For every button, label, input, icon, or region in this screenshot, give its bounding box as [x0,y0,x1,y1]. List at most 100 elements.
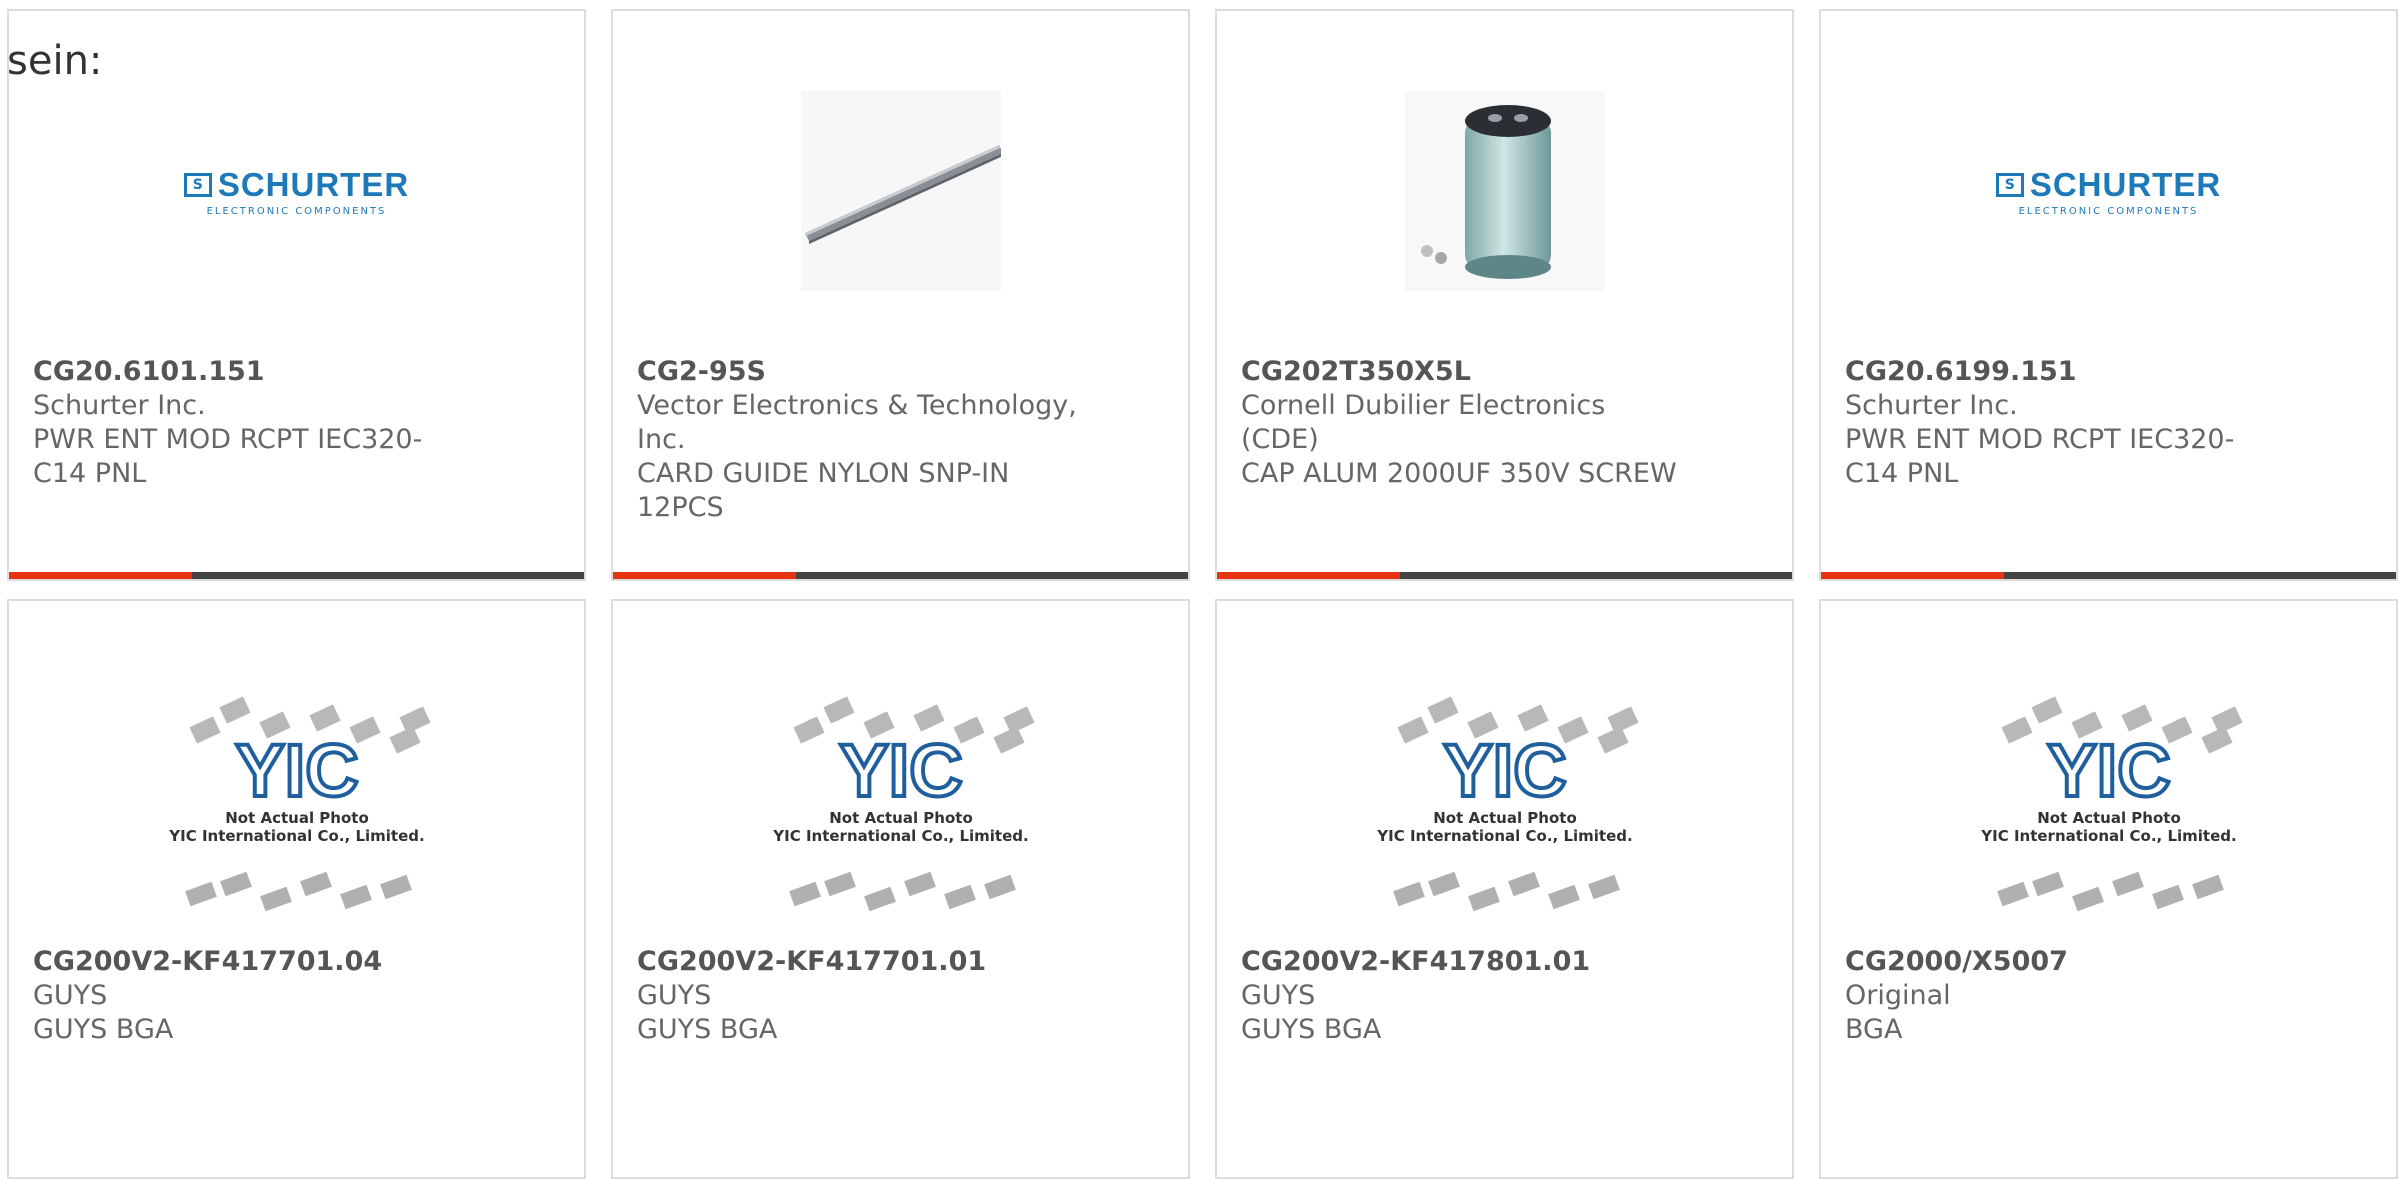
product-image[interactable]: YIC Not Actual Photo YIC International Co.… [613,681,1188,941]
product-card[interactable]: YIC Not Actual Photo YIC International Co.… [611,599,1190,1179]
chip-icon [2200,726,2233,754]
yic-logo-icon: YIC [839,729,962,812]
chip-icon [2151,884,2184,910]
chip-icon [1467,886,1500,912]
chip-icon [2031,871,2064,897]
card-bar [9,572,584,579]
manufacturer: GUYS [637,980,712,1011]
chip-icon [863,886,896,912]
schurter-logo: S SCHURTER ELECTRONIC COMPONENTS [1995,166,2221,217]
yic-logo-icon: YIC [2047,729,2170,812]
schurter-logo: S SCHURTER ELECTRONIC COMPONENTS [183,166,409,217]
placeholder-caption: Not Actual Photo [829,809,973,827]
placeholder-caption: Not Actual Photo [2037,809,2181,827]
part-number[interactable]: CG200V2-KF417801.01 [1241,945,1681,979]
card-bar [613,572,1188,579]
product-image[interactable]: S SCHURTER ELECTRONIC COMPONENTS [1821,81,2396,301]
chip-icon [792,716,825,744]
product-image[interactable]: YIC Not Actual Photo YIC International Co.… [1217,681,1792,941]
manufacturer: GUYS [33,980,108,1011]
chip-icon [1606,706,1639,734]
card-bar [1821,572,2396,579]
product-card[interactable]: YIC Not Actual Photo YIC International Co.… [1819,599,2398,1179]
chip-icon [218,696,251,724]
chip-icon [983,874,1016,900]
chip-icon [339,884,372,910]
part-number[interactable]: CG20.6101.151 [33,355,473,389]
yic-placeholder-image: YICNot Actual PhotoYIC International Co.… [772,696,1035,912]
chip-icon [1427,871,1460,897]
description: BGA [1845,1014,1903,1045]
yic-logo-icon: YIC [235,729,358,812]
product-card[interactable]: S SCHURTER ELECTRONIC COMPONENTS CG20.61… [1819,9,2398,581]
manufacturer: Cornell Dubilier Electronics (CDE) [1241,390,1606,455]
manufacturer: GUYS [1241,980,1316,1011]
intro-text: sein: [7,38,103,84]
chip-icon [1587,874,1620,900]
chip-icon [2120,704,2153,732]
card-guide-photo [800,91,1001,291]
product-card[interactable]: S SCHURTER ELECTRONIC COMPONENTS CG20.61… [7,9,586,581]
chip-icon [1516,704,1549,732]
chip-icon [943,884,976,910]
placeholder-company: YIC International Co., Limited. [168,827,424,845]
chip-icon [903,871,936,897]
chip-icon [822,696,855,724]
chip-icon [1996,881,2029,907]
chip-icon [188,716,221,744]
yic-placeholder-image: YICNot Actual PhotoYIC International Co.… [168,696,431,912]
capacitor-photo [1404,91,1605,291]
chip-icon [2000,716,2033,744]
chip-icon [2111,871,2144,897]
product-image[interactable]: YIC Not Actual Photo YIC International Co.… [9,681,584,941]
chip-icon [992,726,1025,754]
yic-logo-icon: YIC [1443,729,1566,812]
product-card[interactable]: CG202T350X5L Cornell Dubilier Electronic… [1215,9,1794,581]
placeholder-caption: Not Actual Photo [225,809,369,827]
part-number[interactable]: CG200V2-KF417701.01 [637,945,1077,979]
description: GUYS BGA [1241,1014,1382,1045]
product-card[interactable]: YIC Not Actual Photo YIC International Co.… [1215,599,1794,1179]
chip-icon [1426,696,1459,724]
description: PWR ENT MOD RCPT IEC320-C14 PNL [33,424,423,489]
chip-icon [2191,874,2224,900]
part-number[interactable]: CG202T350X5L [1241,355,1681,389]
chip-icon [388,726,421,754]
part-number[interactable]: CG20.6199.151 [1845,355,2285,389]
manufacturer: Original [1845,980,1951,1011]
chip-icon [299,871,332,897]
chip-icon [1596,726,1629,754]
schurter-mark-icon: S [1995,172,2024,197]
chip-icon [1002,706,1035,734]
chip-icon [1392,881,1425,907]
chip-icon [1547,884,1580,910]
chip-icon [912,704,945,732]
chip-icon [2030,696,2063,724]
manufacturer: Schurter Inc. [1845,390,2018,421]
placeholder-caption: Not Actual Photo [1433,809,1577,827]
part-number[interactable]: CG2-95S [637,355,1077,389]
description: PWR ENT MOD RCPT IEC320-C14 PNL [1845,424,2235,489]
manufacturer: Vector Electronics & Technology, Inc. [637,390,1077,455]
chip-icon [308,704,341,732]
product-image[interactable] [1217,81,1792,301]
product-card[interactable]: YIC Not Actual Photo YIC International Co.… [7,599,586,1179]
placeholder-company: YIC International Co., Limited. [1376,827,1632,845]
manufacturer: Schurter Inc. [33,390,206,421]
card-bar [1217,572,1792,579]
product-image[interactable] [613,81,1188,301]
part-number[interactable]: CG200V2-KF417701.04 [33,945,473,979]
chip-icon [2071,886,2104,912]
chip-icon [398,706,431,734]
chip-icon [823,871,856,897]
part-number[interactable]: CG2000/X5007 [1845,945,2285,979]
product-card[interactable]: CG2-95S Vector Electronics & Technology,… [611,9,1190,581]
product-image[interactable]: YIC Not Actual Photo YIC International Co.… [1821,681,2396,941]
product-image[interactable]: S SCHURTER ELECTRONIC COMPONENTS [9,81,584,301]
placeholder-company: YIC International Co., Limited. [772,827,1028,845]
chip-icon [788,881,821,907]
description: CAP ALUM 2000UF 350V SCREW [1241,458,1677,489]
description: GUYS BGA [637,1014,778,1045]
description: CARD GUIDE NYLON SNP-IN 12PCS [637,458,1010,523]
schurter-mark-icon: S [183,172,212,197]
